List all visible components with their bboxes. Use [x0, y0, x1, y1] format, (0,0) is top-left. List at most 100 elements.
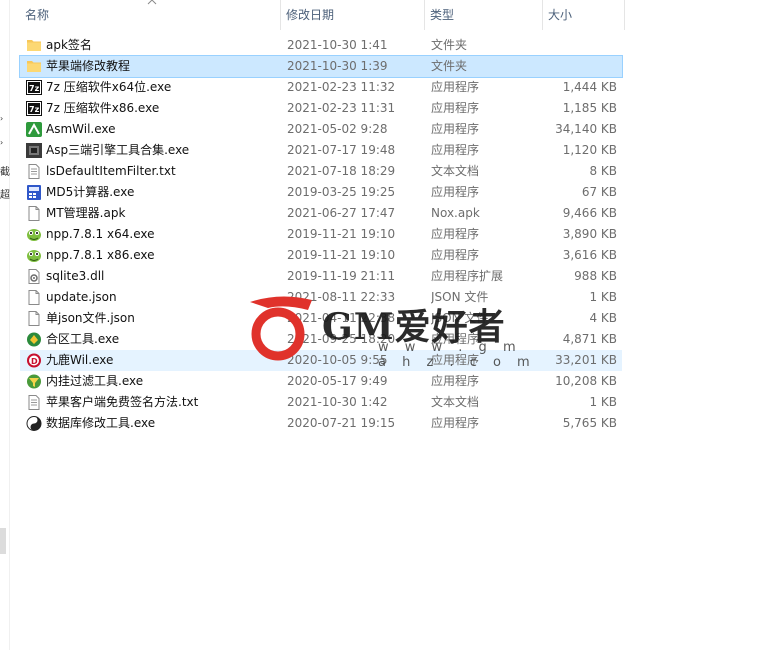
- text-file-icon: [26, 164, 42, 179]
- file-row[interactable]: 合区工具.exe 2021-09-25 18:20 应用程序 4,871 KB: [20, 329, 622, 350]
- file-date: 2019-11-21 19:10: [287, 227, 396, 241]
- 7z-app-icon: 7z: [26, 101, 42, 116]
- column-date[interactable]: 修改日期: [281, 0, 425, 30]
- file-type: JSON 文件: [431, 290, 489, 304]
- nav-scrollbar[interactable]: [0, 528, 6, 554]
- file-list: apk签名 2021-10-30 1:41 文件夹 苹果端修改教程 2021-10-30…: [19, 35, 623, 434]
- file-date: 2021-10-30 1:41: [287, 38, 388, 52]
- file-name: AsmWil.exe: [46, 122, 116, 136]
- filter-app-icon: [26, 374, 42, 389]
- nav-char: 截: [0, 167, 10, 178]
- file-date: 2019-03-25 19:25: [287, 185, 396, 199]
- file-name: npp.7.8.1 x86.exe: [46, 248, 155, 262]
- file-name: sqlite3.dll: [46, 269, 105, 283]
- file-name: 7z 压缩软件x64位.exe: [46, 80, 172, 94]
- file-date: 2021-07-18 18:29: [287, 164, 396, 178]
- file-row[interactable]: 苹果客户端免费签名方法.txt 2021-10-30 1:42 文本文档 1 KB: [20, 392, 622, 413]
- file-row[interactable]: MD5计算器.exe 2019-03-25 19:25 应用程序 67 KB: [20, 182, 622, 203]
- file-date: 2020-10-05 9:55: [287, 353, 388, 367]
- file-date: 2021-06-27 17:47: [287, 206, 396, 220]
- file-date: 2019-11-21 19:10: [287, 248, 396, 262]
- file-name: 7z 压缩软件x86.exe: [46, 101, 160, 115]
- column-type[interactable]: 类型: [425, 0, 543, 30]
- file-type: 应用程序: [431, 353, 480, 367]
- svg-text:7z: 7z: [29, 105, 40, 114]
- file-row[interactable]: Asp三端引擎工具合集.exe 2021-07-17 19:48 应用程序 1,120…: [20, 140, 622, 161]
- file-size: 1,120 KB: [562, 143, 617, 157]
- file-type: 应用程序: [431, 80, 480, 94]
- column-header: 名称 修改日期 类型 大小: [20, 0, 625, 30]
- merge-app-icon: [26, 332, 42, 347]
- file-row[interactable]: update.json 2021-08-11 22:33 JSON 文件 1 KB: [20, 287, 622, 308]
- file-type: 应用程序: [431, 248, 480, 262]
- dark-app-icon: [26, 143, 42, 158]
- file-type: 应用程序: [431, 122, 480, 136]
- file-size: [545, 56, 617, 77]
- column-date-label: 修改日期: [286, 8, 335, 22]
- file-size: 5,765 KB: [562, 416, 617, 430]
- file-date: 2021-09-25 18:20: [287, 332, 396, 346]
- file-type: 应用程序: [431, 332, 480, 346]
- column-size[interactable]: 大小: [543, 0, 625, 30]
- npp-app-icon: [26, 248, 42, 263]
- sort-ascending-icon: [147, 0, 157, 8]
- file-size: 1,444 KB: [562, 80, 617, 94]
- folder-icon: [26, 38, 42, 53]
- file-row[interactable]: 数据库修改工具.exe 2020-07-21 19:15 应用程序 5,765 KB: [20, 413, 622, 434]
- column-size-label: 大小: [548, 8, 573, 22]
- file-row[interactable]: 7z 7z 压缩软件x64位.exe 2021-02-23 11:32 应用程序 1,4…: [20, 77, 622, 98]
- file-name: 内挂过滤工具.exe: [46, 374, 144, 388]
- file-row[interactable]: MT管理器.apk 2021-06-27 17:47 Nox.apk 9,466 KB: [20, 203, 622, 224]
- file-row[interactable]: 7z 7z 压缩软件x86.exe 2021-02-23 11:31 应用程序 1,18…: [20, 98, 622, 119]
- file-row[interactable]: 苹果端修改教程 2021-10-30 1:39 文件夹: [19, 55, 623, 78]
- file-size: 67 KB: [581, 185, 617, 199]
- file-size: [545, 35, 617, 56]
- file-row[interactable]: apk签名 2021-10-30 1:41 文件夹: [20, 35, 622, 56]
- file-date: 2021-08-11 22:33: [287, 290, 396, 304]
- file-size: 33,201 KB: [555, 353, 617, 367]
- file-row[interactable]: AsmWil.exe 2021-05-02 9:28 应用程序 34,140 KB: [20, 119, 622, 140]
- navigation-pane-edge: 截 超 › ›: [0, 0, 10, 650]
- file-size: 4,871 KB: [562, 332, 617, 346]
- file-name: MT管理器.apk: [46, 206, 126, 220]
- file-type: JSON 文件: [431, 311, 489, 325]
- file-size: 1,185 KB: [562, 101, 617, 115]
- file-size: 10,208 KB: [555, 374, 617, 388]
- file-name: 单json文件.json: [46, 311, 135, 325]
- file-row[interactable]: npp.7.8.1 x64.exe 2019-11-21 19:10 应用程序 3,8…: [20, 224, 622, 245]
- file-name: MD5计算器.exe: [46, 185, 135, 199]
- file-name: update.json: [46, 290, 117, 304]
- nav-char: 超: [0, 190, 10, 201]
- nav-arrow-icon: ›: [0, 114, 4, 123]
- file-row[interactable]: 单json文件.json 2021-04-11 22:38 JSON 文件 4 KB: [20, 308, 622, 329]
- file-type: 应用程序: [431, 374, 480, 388]
- file-date: 2021-02-23 11:31: [287, 101, 396, 115]
- file-type: 应用程序: [431, 185, 480, 199]
- file-type: 文本文档: [431, 164, 480, 178]
- file-row[interactable]: sqlite3.dll 2019-11-19 21:11 应用程序扩展 988 KB: [20, 266, 622, 287]
- file-name: 苹果端修改教程: [46, 59, 131, 73]
- file-size: 988 KB: [574, 269, 617, 283]
- file-row[interactable]: D 九鹿Wil.exe 2020-10-05 9:55 应用程序 33,201 KB: [20, 350, 622, 371]
- npp-app-icon: [26, 227, 42, 242]
- file-name: lsDefaultItemFilter.txt: [46, 164, 176, 178]
- file-type: Nox.apk: [431, 206, 480, 220]
- file-type: 文件夹: [431, 38, 468, 52]
- file-name: npp.7.8.1 x64.exe: [46, 227, 155, 241]
- file-row[interactable]: lsDefaultItemFilter.txt 2021-07-18 18:29 文…: [20, 161, 622, 182]
- column-type-label: 类型: [430, 8, 455, 22]
- file-size: 1 KB: [589, 290, 617, 304]
- file-type: 应用程序扩展: [431, 269, 504, 283]
- file-type: 应用程序: [431, 101, 480, 115]
- folder-icon: [26, 59, 42, 74]
- file-size: 3,890 KB: [562, 227, 617, 241]
- file-row[interactable]: npp.7.8.1 x86.exe 2019-11-21 19:10 应用程序 3,6…: [20, 245, 622, 266]
- blank-file-icon: [26, 290, 42, 305]
- file-type: 应用程序: [431, 416, 480, 430]
- file-row[interactable]: 内挂过滤工具.exe 2020-05-17 9:49 应用程序 10,208 KB: [20, 371, 622, 392]
- blank-file-icon: [26, 311, 42, 326]
- 7z-app-icon: 7z: [26, 80, 42, 95]
- file-name: 苹果客户端免费签名方法.txt: [46, 395, 199, 409]
- file-date: 2020-07-21 19:15: [287, 416, 396, 430]
- file-size: 3,616 KB: [562, 248, 617, 262]
